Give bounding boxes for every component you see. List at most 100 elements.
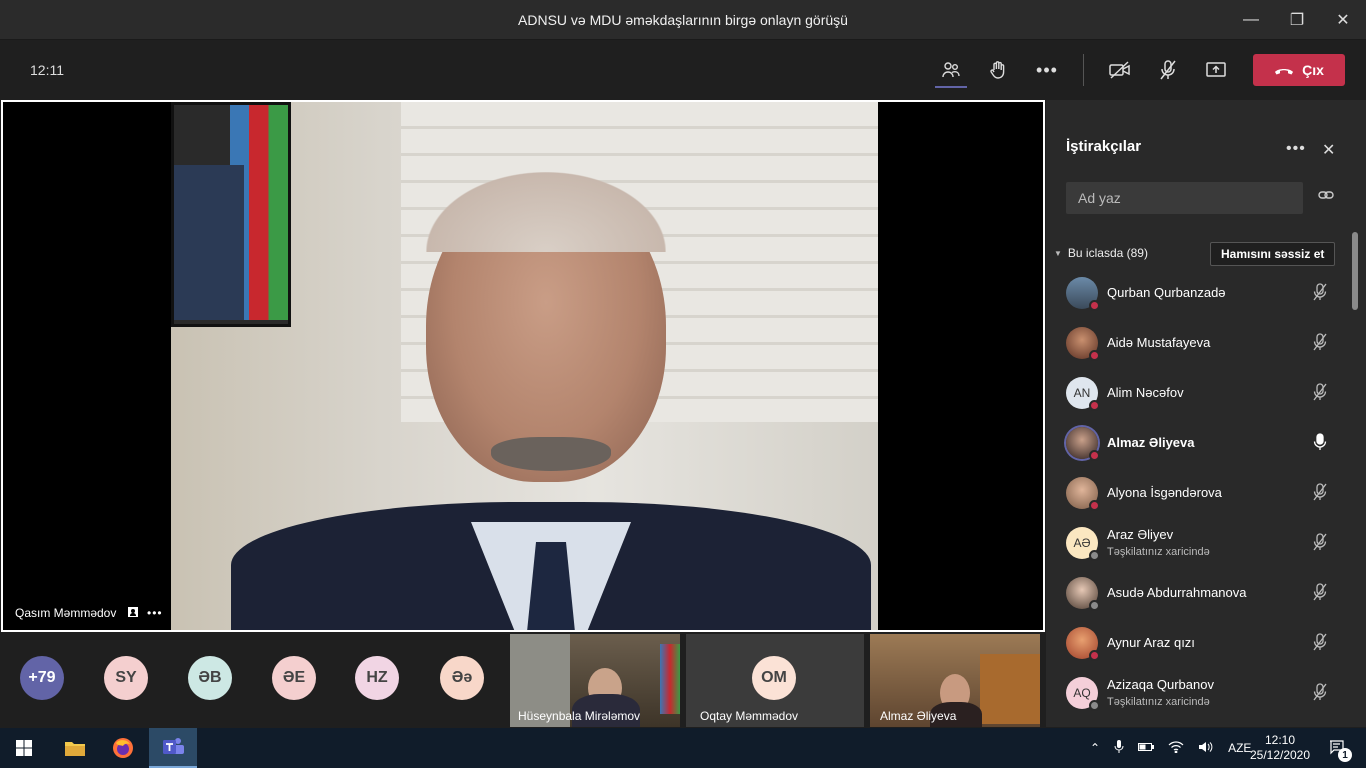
avatar <box>1066 327 1100 361</box>
action-center-icon[interactable]: 1 <box>1322 728 1354 768</box>
avatar <box>1066 577 1100 611</box>
in-meeting-count: Bu iclasda (89) <box>1067 246 1148 260</box>
participant-list: Qurban Qurbanzadə Aidə Mustafayeva AN Al… <box>1046 268 1346 718</box>
notification-badge: 1 <box>1338 748 1352 762</box>
pin-icon[interactable] <box>127 606 139 621</box>
status-indicator <box>1089 450 1100 461</box>
framed-portrait-with-flag <box>171 102 291 327</box>
avatar <box>1066 277 1100 311</box>
status-indicator <box>1089 350 1100 361</box>
participant-bubble[interactable]: ƏE <box>272 656 316 700</box>
participant-name: Araz Əliyev <box>1107 527 1174 542</box>
participant-row[interactable]: Qurban Qurbanzadə <box>1046 268 1346 318</box>
maximize-icon[interactable]: ❐ <box>1274 0 1320 40</box>
battery-icon[interactable] <box>1138 741 1155 755</box>
participant-bubble[interactable]: ƏB <box>188 656 232 700</box>
panel-more-icon[interactable]: ••• <box>1286 140 1306 158</box>
window-title: ADNSU və MDU əməkdaşlarının birgə onlayn… <box>518 11 848 28</box>
mic-muted-icon <box>1312 633 1328 656</box>
participant-name: Azizaqa Qurbanov <box>1107 677 1214 692</box>
raise-hand-icon[interactable] <box>984 56 1012 84</box>
panel-scrollbar[interactable] <box>1352 232 1358 310</box>
leave-call-button[interactable]: Çıx <box>1253 54 1345 86</box>
external-guest-label: Təşkilatınız xaricində <box>1107 546 1210 558</box>
panel-title: İştirakçılar <box>1066 138 1142 155</box>
hang-up-icon <box>1275 69 1294 75</box>
chevron-up-icon[interactable]: ⌃ <box>1090 741 1100 755</box>
close-window-icon[interactable]: ✕ <box>1320 0 1366 40</box>
wifi-icon[interactable] <box>1168 740 1184 756</box>
participant-name: Almaz Əliyeva <box>1107 435 1195 450</box>
more-options-icon[interactable]: ••• <box>1033 56 1061 84</box>
speaker-mustache <box>491 437 611 471</box>
participant-row[interactable]: Alyona İsgəndərova <box>1046 468 1346 518</box>
avatar <box>1066 427 1100 461</box>
status-indicator <box>1089 550 1100 561</box>
taskbar-date: 25/12/2020 <box>1249 748 1311 762</box>
participant-row[interactable]: Aynur Araz qızı <box>1046 618 1346 668</box>
panel-close-icon[interactable]: ✕ <box>1322 140 1335 160</box>
avatar: AƏ <box>1066 527 1100 561</box>
windows-start-icon[interactable] <box>0 728 48 768</box>
leave-label: Çıx <box>1302 62 1324 78</box>
file-explorer-icon[interactable] <box>52 728 98 768</box>
share-screen-icon[interactable] <box>1202 56 1230 84</box>
participant-row[interactable]: Almaz Əliyeva <box>1046 418 1346 468</box>
minimize-icon[interactable]: — <box>1228 0 1274 40</box>
share-invite-link-icon[interactable] <box>1318 188 1334 204</box>
participant-name: Aynur Araz qızı <box>1107 635 1195 650</box>
microphone-icon[interactable] <box>1114 739 1124 757</box>
participant-name: Asudə Abdurrahmanova <box>1107 585 1247 600</box>
status-indicator <box>1089 700 1100 711</box>
participant-bubble[interactable]: Əə <box>440 656 484 700</box>
window-controls: — ❐ ✕ <box>1228 0 1366 40</box>
tile-name: Hüseynbala Mirələmov <box>518 709 641 723</box>
speaker-hair <box>426 172 666 252</box>
status-indicator <box>1089 650 1100 661</box>
participant-search-input[interactable] <box>1066 182 1303 214</box>
avatar <box>1066 627 1100 661</box>
participant-row[interactable]: AN Alim Nəcəfov <box>1046 368 1346 418</box>
firefox-icon[interactable] <box>100 728 146 768</box>
toolbar-separator <box>1083 54 1084 86</box>
participant-name: Alim Nəcəfov <box>1107 385 1184 400</box>
participant-row[interactable]: Asudə Abdurrahmanova <box>1046 568 1346 618</box>
taskbar-clock[interactable]: 12:10 25/12/2020 <box>1248 728 1312 768</box>
mute-all-button[interactable]: Hamısını səssiz et <box>1210 242 1336 266</box>
main-video-stage[interactable]: Qasım Məmmədov ••• <box>1 100 1045 632</box>
windows-taskbar: ⌃ AZE 12:10 25/12/2020 1 <box>0 728 1366 768</box>
tile-name: Oqtay Məmmədov <box>700 709 799 723</box>
participant-row[interactable]: AQ Azizaqa Qurbanov Təşkilatınız xaricin… <box>1046 668 1346 718</box>
camera-off-icon[interactable] <box>1106 56 1134 84</box>
mic-muted-icon <box>1312 533 1328 556</box>
participant-strip: +79 SY ƏB ƏE HZ Əə Hüseynbala Mirələmov … <box>0 632 1045 727</box>
tile-avatar: OM <box>752 656 796 700</box>
participant-name: Aidə Mustafayeva <box>1107 335 1211 350</box>
participant-video-tile[interactable]: Hüseynbala Mirələmov <box>510 634 680 727</box>
in-meeting-section-header[interactable]: ▼ Bu iclasda (89) <box>1054 246 1148 260</box>
status-indicator <box>1089 600 1100 611</box>
participants-icon[interactable] <box>937 56 965 84</box>
teams-icon[interactable] <box>149 728 197 768</box>
participant-bubble[interactable]: SY <box>104 656 148 700</box>
participant-avatar-tile[interactable]: OM Oqtay Məmmədov <box>686 634 864 727</box>
speaker-name-label: Qasım Məmmədov <box>15 606 117 620</box>
participant-row[interactable]: AƏ Araz Əliyev Təşkilatınız xaricində <box>1046 518 1346 568</box>
participants-panel: İştirakçılar ••• ✕ ▼ Bu iclasda (89) Ham… <box>1046 100 1366 727</box>
mic-muted-icon <box>1312 583 1328 606</box>
stage-more-icon[interactable]: ••• <box>147 606 163 621</box>
system-tray: ⌃ AZE <box>1090 728 1251 768</box>
tile-name: Almaz Əliyeva <box>880 709 957 723</box>
avatar: AQ <box>1066 677 1100 711</box>
participant-video-tile[interactable]: Almaz Əliyeva <box>870 634 1040 727</box>
overflow-participants-bubble[interactable]: +79 <box>20 656 64 700</box>
mic-off-icon[interactable] <box>1154 56 1182 84</box>
participant-bubble[interactable]: HZ <box>355 656 399 700</box>
taskbar-time: 12:10 <box>1264 733 1296 747</box>
volume-icon[interactable] <box>1198 741 1214 756</box>
meeting-toolbar: 12:11 ••• Çıx <box>0 40 1366 100</box>
participants-active-indicator <box>935 86 967 88</box>
mic-muted-icon <box>1312 483 1328 506</box>
status-indicator <box>1089 500 1100 511</box>
participant-row[interactable]: Aidə Mustafayeva <box>1046 318 1346 368</box>
